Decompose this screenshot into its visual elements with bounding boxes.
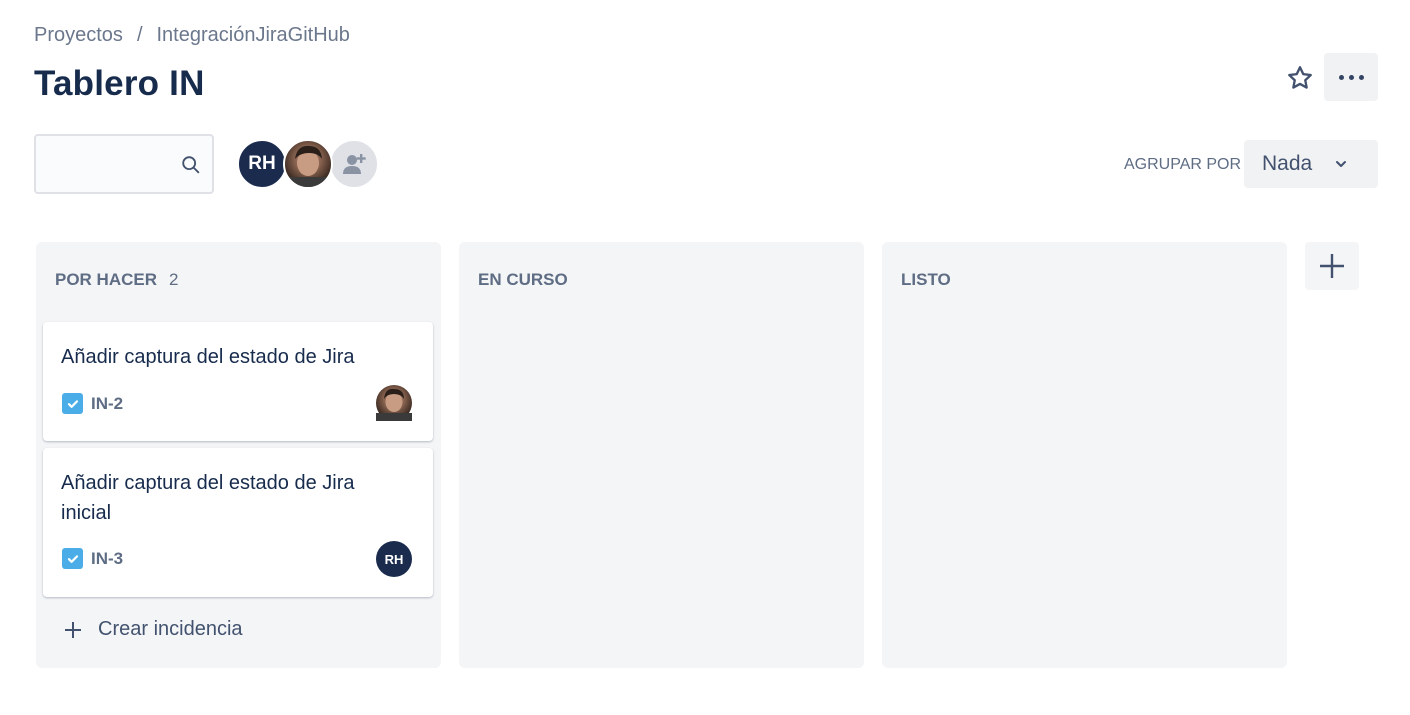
column-header: POR HACER 2 [55,270,178,290]
breadcrumb: Proyectos / IntegraciónJiraGitHub [34,24,350,47]
search-icon [182,156,200,174]
card-assignee-avatar[interactable]: RH [376,541,412,577]
star-button[interactable] [1280,58,1320,98]
avatar-rh[interactable]: RH [237,139,287,189]
chevron-down-icon [1336,161,1346,167]
card-key-row: IN-3 [62,548,123,569]
breadcrumb-separator: / [136,24,143,46]
task-type-icon [62,548,83,569]
add-person-button[interactable] [329,139,379,189]
avatar-photo[interactable] [283,139,333,189]
page-title: Tablero IN [34,64,205,103]
column-in-progress: EN CURSO [459,242,864,668]
column-header: LISTO [901,270,951,290]
group-by-label: AGRUPAR POR [1124,156,1242,173]
column-title: POR HACER [55,270,158,289]
card-title: Añadir captura del estado de Jira inicia… [61,472,355,524]
more-icon-dot [1348,74,1354,80]
issue-card[interactable]: Añadir captura del estado de Jira IN-2 [43,322,433,441]
plus-icon [1320,254,1344,278]
card-title: Añadir captura del estado de Jira [61,346,355,368]
add-person-icon [343,154,366,174]
card-key: IN-2 [91,393,124,413]
create-issue-button[interactable]: Crear incidencia [62,618,243,641]
issue-card[interactable]: Añadir captura del estado de Jira inicia… [43,448,433,597]
column-todo: POR HACER 2 Añadir captura del estado de… [36,242,441,668]
more-actions-button[interactable] [1324,53,1378,101]
more-icon [1338,74,1344,80]
search-input[interactable] [46,146,176,182]
group-by-value: Nada [1262,152,1313,175]
add-column-button[interactable] [1305,242,1359,290]
group-by-select[interactable]: Nada [1244,140,1378,188]
board-page: Proyectos / IntegraciónJiraGitHub Tabler… [0,0,1410,715]
assignee-filter-avatars: RH [237,139,379,189]
column-title: LISTO [901,270,951,289]
more-icon-dot [1358,74,1364,80]
column-count: 2 [169,270,179,289]
column-done: LISTO [882,242,1287,668]
search-box [34,134,214,194]
column-title: EN CURSO [478,270,568,289]
breadcrumb-projects-link[interactable]: Proyectos [34,24,123,47]
task-type-icon [62,393,83,414]
star-icon [1288,66,1312,89]
card-key-row: IN-2 [62,393,123,414]
avatar-photo-image [376,388,412,421]
breadcrumb-project-link[interactable]: IntegraciónJiraGitHub [157,24,350,47]
card-key: IN-3 [91,548,124,568]
create-issue-label: Crear incidencia [98,618,243,640]
column-header: EN CURSO [478,270,568,290]
avatar-photo-image [285,145,331,187]
card-assignee-avatar[interactable] [376,385,412,421]
plus-icon [65,621,81,638]
